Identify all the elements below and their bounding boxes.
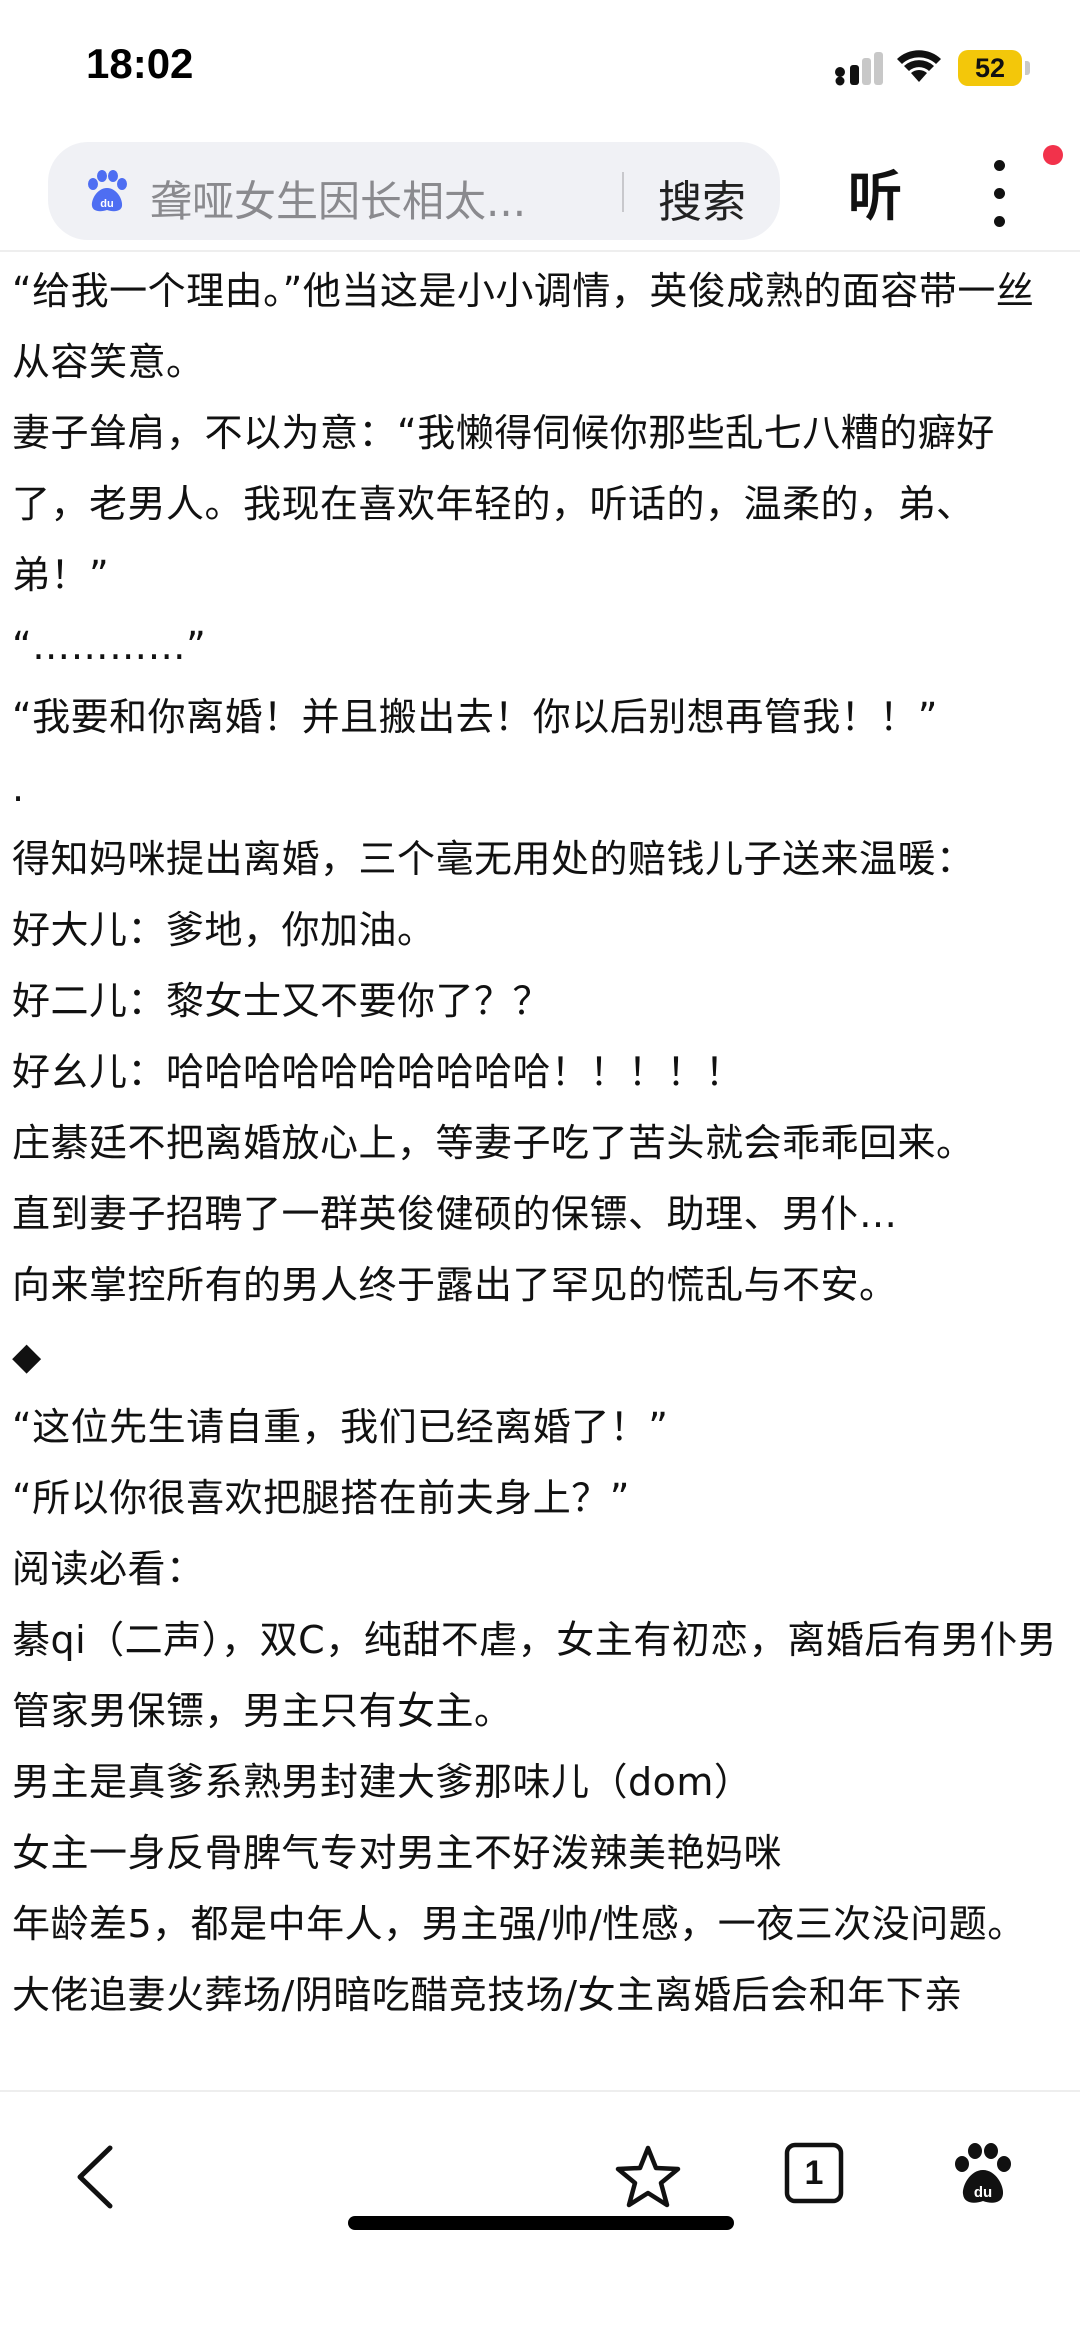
article-paragraph: . bbox=[12, 766, 25, 810]
tabs-icon[interactable]: 1 bbox=[784, 2142, 844, 2204]
star-icon[interactable] bbox=[614, 2144, 682, 2210]
wifi-icon bbox=[897, 50, 941, 82]
article-paragraph: 直到妻子招聘了一群英俊健硕的保镖、助理、男仆… bbox=[12, 1192, 898, 1236]
battery-cap bbox=[1025, 61, 1030, 75]
signal-icon bbox=[835, 52, 883, 86]
tab-count: 1 bbox=[804, 2153, 824, 2192]
article-paragraph: 得知妈咪提出离婚，三个毫无用处的赔钱儿子送来温暖： bbox=[12, 837, 975, 881]
article-paragraph: 女主一身反骨脾气专对男主不好泼辣美艳妈咪 bbox=[12, 1831, 783, 1875]
article-paragraph: 好二儿：黎女士又不要你了？？ bbox=[12, 979, 552, 1023]
article-paragraph: 大佬追妻火葬场/阴暗吃醋竞技场/女主离婚后会和年下亲 bbox=[12, 1973, 963, 2017]
article-paragraph: 年龄差5，都是中年人，男主强/帅/性感，一夜三次没问题。 bbox=[12, 1902, 1026, 1946]
battery-icon: 52 bbox=[958, 50, 1022, 86]
article-paragraph: 好幺儿：哈哈哈哈哈哈哈哈哈哈！！！！！ bbox=[12, 1050, 744, 1094]
home-indicator bbox=[348, 2216, 734, 2230]
listen-button[interactable]: 听 bbox=[848, 152, 902, 231]
search-button[interactable]: 搜索 bbox=[658, 166, 746, 230]
search-box[interactable]: du 聋哑女生因长相太... 搜索 bbox=[48, 142, 780, 240]
article-paragraph: “给我一个理由。”他当这是小小调情，英俊成熟的面容带一丝从容笑意。 bbox=[12, 269, 1035, 384]
article-paragraph: “所以你很喜欢把腿搭在前夫身上？” bbox=[12, 1476, 630, 1520]
article-text: “给我一个理由。”他当这是小小调情，英俊成熟的面容带一丝从容笑意。妻子耸肩，不以… bbox=[0, 250, 1080, 2031]
svg-text:du: du bbox=[100, 198, 113, 210]
notification-dot bbox=[1043, 145, 1063, 165]
article-paragraph: 阅读必看： bbox=[12, 1547, 205, 1591]
article-content: “给我一个理由。”他当这是小小调情，英俊成熟的面容带一丝从容笑意。妻子耸肩，不以… bbox=[0, 250, 1080, 2090]
article-paragraph: 庄綦廷不把离婚放心上，等妻子吃了苦头就会乖乖回来。 bbox=[12, 1121, 975, 1165]
status-bar: 18:02 52 bbox=[0, 0, 1080, 130]
battery-level: 52 bbox=[974, 52, 1006, 83]
article-paragraph: 綦qi（二声），双C，纯甜不虐，女主有初恋，离婚后有男仆男管家男保镖，男主只有女… bbox=[12, 1618, 1057, 1733]
article-paragraph: 好大儿：爹地，你加油。 bbox=[12, 908, 436, 952]
article-paragraph: “…………” bbox=[12, 624, 207, 668]
browser-header: du 聋哑女生因长相太... 搜索 听 bbox=[0, 130, 1080, 252]
article-paragraph: “这位先生请自重，我们已经离婚了！” bbox=[12, 1405, 669, 1449]
more-icon[interactable] bbox=[980, 158, 1020, 230]
baidu-paw-icon: du bbox=[88, 170, 127, 212]
baidu-icon[interactable]: du bbox=[950, 2142, 1016, 2208]
search-query[interactable]: 聋哑女生因长相太... bbox=[150, 168, 580, 229]
bottom-toolbar: 1 du bbox=[0, 2090, 1080, 2339]
svg-text:du: du bbox=[974, 2184, 992, 2201]
article-paragraph: 向来掌控所有的男人终于露出了罕见的慌乱与不安。 bbox=[12, 1263, 898, 1307]
article-paragraph: 妻子耸肩，不以为意：“我懒得伺候你那些乱七八糟的癖好了，老男人。我现在喜欢年轻的… bbox=[12, 411, 995, 597]
article-paragraph: 男主是真爹系熟男封建大爹那味儿（dom） bbox=[12, 1760, 753, 1804]
status-time: 18:02 bbox=[86, 40, 194, 87]
search-divider bbox=[622, 172, 624, 212]
back-icon[interactable] bbox=[70, 2144, 122, 2210]
article-paragraph: ◆ bbox=[12, 1334, 42, 1378]
article-paragraph: “我要和你离婚！并且搬出去！你以后别想再管我！！” bbox=[12, 695, 938, 739]
